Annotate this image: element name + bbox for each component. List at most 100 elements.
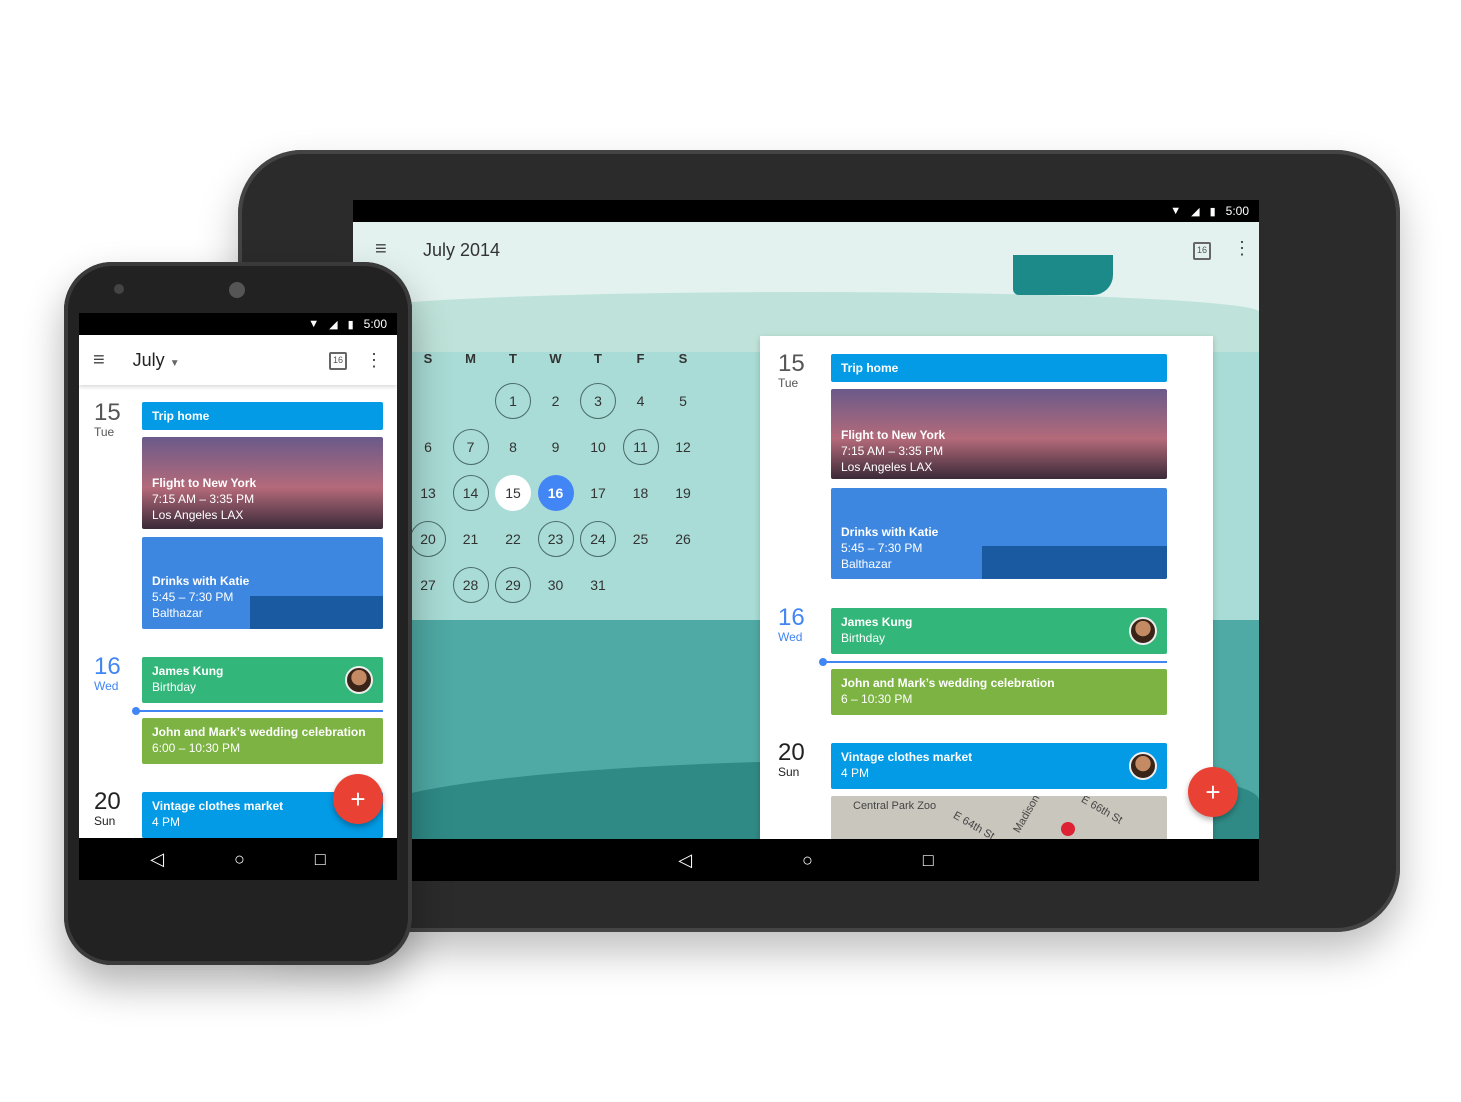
event-birthday[interactable]: James Kung Birthday	[142, 657, 383, 703]
menu-icon[interactable]: ≡	[375, 238, 387, 261]
day-28[interactable]: 28	[452, 567, 489, 603]
date-15: 15 Tue	[778, 352, 805, 391]
event-drinks[interactable]: Drinks with Katie 5:45 – 7:30 PM Balthazar	[831, 488, 1167, 579]
day-15[interactable]: 15	[495, 475, 531, 511]
event-time: 5:45 – 7:30 PM	[841, 541, 923, 555]
day-16[interactable]: 16	[537, 475, 574, 511]
event-trip-home[interactable]: Trip home	[831, 354, 1167, 382]
event-location: Los Angeles LAX	[841, 460, 933, 474]
day-9[interactable]: 9	[538, 429, 574, 465]
home-icon[interactable]: ○	[234, 849, 245, 870]
page-title: July	[132, 349, 165, 370]
event-flight[interactable]: Flight to New York 7:15 AM – 3:35 PM Los A…	[142, 437, 383, 529]
today-button[interactable]: 16	[1193, 240, 1211, 260]
event-title: Flight to New York	[152, 476, 257, 490]
map-label: Madison	[1011, 796, 1043, 836]
boat-illustration	[1013, 255, 1113, 295]
status-bar: ▼ ◢ ▮ 5:00	[79, 313, 397, 335]
weekday-header: M	[465, 350, 476, 366]
day-1[interactable]: 1	[495, 383, 531, 419]
day-22[interactable]: 22	[495, 521, 531, 557]
event-time: 6:00 – 10:30 PM	[152, 741, 241, 755]
day-23[interactable]: 23	[537, 521, 574, 557]
day-27[interactable]: 27	[410, 567, 446, 603]
date-weekday: Sun	[94, 814, 116, 828]
current-time-indicator	[819, 658, 1167, 666]
day-8[interactable]: 8	[495, 429, 531, 465]
day-25[interactable]: 25	[623, 521, 659, 557]
day-11[interactable]: 11	[622, 429, 659, 465]
back-icon[interactable]: ◁	[678, 850, 692, 871]
battery-icon: ▮	[1209, 205, 1216, 218]
phone-screen: ▼ ◢ ▮ 5:00 ≡ July ▼ 16 ⋮ 15 Tue Trip home…	[79, 313, 397, 880]
day-6[interactable]: 6	[410, 429, 446, 465]
event-wedding[interactable]: John and Mark’s wedding celebration 6:00 …	[142, 718, 383, 764]
map-label: E 66th St	[1079, 796, 1125, 827]
day-30[interactable]: 30	[538, 567, 574, 603]
day-4[interactable]: 4	[623, 383, 659, 419]
day-29[interactable]: 29	[495, 567, 531, 603]
date-number: 20	[94, 788, 121, 815]
map-pin-icon	[1061, 822, 1075, 836]
day-2[interactable]: 2	[538, 383, 574, 419]
day-26[interactable]: 26	[665, 521, 701, 557]
home-icon[interactable]: ○	[802, 850, 813, 871]
event-birthday[interactable]: James Kung Birthday	[831, 608, 1167, 654]
calendar-today-icon: 16	[329, 352, 347, 370]
day-20[interactable]: 20	[410, 521, 446, 557]
tablet-screen: ▼ ◢ ▮ 5:00 ≡ July 2014 16 ⋮ SMTWTFS12345…	[353, 200, 1259, 881]
event-drinks[interactable]: Drinks with Katie 5:45 – 7:30 PM Balthazar	[142, 537, 383, 629]
event-time: 7:15 AM – 3:35 PM	[152, 492, 255, 506]
event-wedding[interactable]: John and Mark’s wedding celebration 6 – 1…	[831, 669, 1167, 715]
day-7[interactable]: 7	[452, 429, 489, 465]
toolbar: ≡ July ▼ 16 ⋮	[79, 335, 397, 385]
day-31[interactable]: 31	[580, 567, 616, 603]
avatar	[1129, 617, 1157, 645]
day-24[interactable]: 24	[580, 521, 616, 557]
event-trip-home[interactable]: Trip home	[142, 402, 383, 430]
date-weekday: Sun	[778, 765, 800, 779]
avatar	[1129, 752, 1157, 780]
create-event-button[interactable]: +	[333, 774, 383, 824]
back-icon[interactable]: ◁	[150, 849, 164, 870]
day-19[interactable]: 19	[665, 475, 701, 511]
date-weekday: Tue	[94, 425, 115, 439]
day-10[interactable]: 10	[580, 429, 616, 465]
day-13[interactable]: 13	[410, 475, 446, 511]
event-location: Balthazar	[841, 557, 892, 571]
wifi-icon: ▼	[308, 318, 320, 330]
event-location: Los Angeles LAX	[152, 508, 244, 522]
date-20: 20 Sun	[778, 741, 805, 780]
event-time: 5:45 – 7:30 PM	[152, 590, 234, 604]
today-button[interactable]: 16	[329, 350, 347, 370]
event-time: 7:15 AM – 3:35 PM	[841, 444, 944, 458]
day-21[interactable]: 21	[453, 521, 489, 557]
more-options-icon[interactable]: ⋮	[365, 350, 383, 371]
day-18[interactable]: 18	[623, 475, 659, 511]
day-3[interactable]: 3	[580, 383, 616, 419]
day-17[interactable]: 17	[580, 475, 616, 511]
dropdown-arrow-icon: ▼	[169, 357, 180, 369]
day-14[interactable]: 14	[452, 475, 489, 511]
status-time: 5:00	[363, 317, 387, 331]
speaker-icon	[229, 282, 245, 298]
date-20: 20 Sun	[94, 788, 121, 829]
recents-icon[interactable]: □	[315, 849, 326, 870]
create-event-button[interactable]: +	[1188, 767, 1238, 817]
more-options-icon[interactable]: ⋮	[1233, 238, 1251, 259]
weekday-header: T	[594, 350, 602, 366]
recents-icon[interactable]: □	[923, 850, 934, 871]
nav-bar: ◁ ○ □	[353, 839, 1259, 881]
weekday-header: S	[423, 350, 433, 366]
menu-icon[interactable]: ≡	[93, 349, 105, 372]
date-16: 16 Wed	[94, 655, 121, 694]
event-title: John and Mark’s wedding celebration	[841, 676, 1055, 690]
date-weekday: Wed	[94, 679, 119, 693]
day-12[interactable]: 12	[665, 429, 701, 465]
event-flight[interactable]: Flight to New York 7:15 AM – 3:35 PM Los A…	[831, 389, 1167, 479]
event-market[interactable]: Vintage clothes market 4 PM	[831, 743, 1167, 789]
day-5[interactable]: 5	[665, 383, 701, 419]
month-dropdown[interactable]: July ▼	[133, 350, 180, 371]
weekday-header: T	[509, 350, 517, 366]
event-time: 6 – 10:30 PM	[841, 692, 913, 706]
